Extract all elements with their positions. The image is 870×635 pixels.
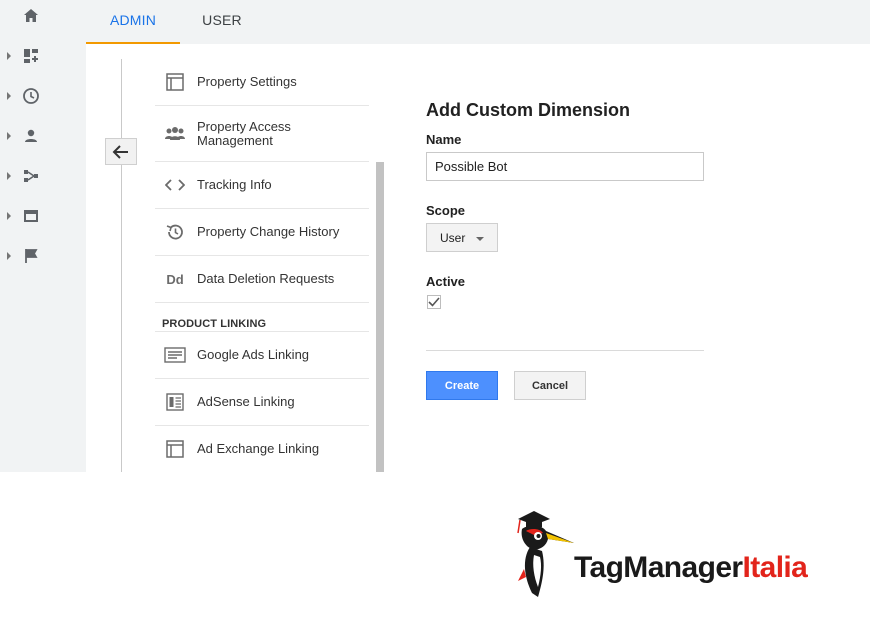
caret-right-icon bbox=[7, 212, 11, 220]
caret-right-icon bbox=[7, 92, 11, 100]
tab-admin[interactable]: ADMIN bbox=[86, 0, 180, 44]
menu-item-google-ads-linking[interactable]: Google Ads Linking bbox=[155, 331, 369, 379]
page-title: Add Custom Dimension bbox=[426, 100, 631, 120]
rail-acquisition[interactable] bbox=[0, 156, 86, 196]
name-label: Name bbox=[426, 132, 462, 147]
create-button[interactable]: Create bbox=[426, 371, 498, 400]
cancel-button[interactable]: Cancel bbox=[514, 371, 586, 400]
caret-right-icon bbox=[7, 252, 11, 260]
woodpecker-logo-icon bbox=[517, 511, 574, 597]
left-nav-rail bbox=[0, 0, 86, 472]
form-divider bbox=[426, 350, 704, 351]
customization-icon bbox=[24, 49, 38, 63]
rail-customization[interactable] bbox=[0, 36, 86, 76]
history-icon bbox=[164, 221, 186, 243]
back-button[interactable] bbox=[105, 138, 137, 165]
arrow-left-icon bbox=[112, 144, 128, 159]
dd-icon: Dd bbox=[166, 271, 184, 287]
column-divider bbox=[121, 59, 122, 472]
section-heading-product-linking: PRODUCT LINKING bbox=[162, 318, 267, 330]
menu-item-label: AdSense Linking bbox=[197, 394, 295, 409]
tab-user[interactable]: USER bbox=[180, 0, 264, 44]
acquisition-icon bbox=[24, 170, 38, 182]
rail-behavior[interactable] bbox=[0, 196, 86, 236]
home-icon bbox=[24, 9, 38, 22]
rail-realtime[interactable] bbox=[0, 76, 86, 116]
caret-right-icon bbox=[7, 132, 11, 140]
rail-home[interactable] bbox=[0, 0, 86, 36]
caret-right-icon bbox=[7, 52, 11, 60]
menu-item-label: Tracking Info bbox=[197, 177, 272, 192]
audience-person-icon bbox=[25, 129, 37, 142]
menu-item-label: Property Settings bbox=[197, 74, 297, 89]
menu-item-tracking-info[interactable]: Tracking Info bbox=[155, 162, 369, 209]
menu-item-label: Google Ads Linking bbox=[197, 347, 310, 362]
menu-item-adsense-linking[interactable]: AdSense Linking bbox=[155, 379, 369, 426]
name-field[interactable] bbox=[426, 152, 704, 181]
caret-right-icon bbox=[7, 172, 11, 180]
menu-item-label: Property Access Management bbox=[197, 118, 291, 148]
active-checkbox[interactable] bbox=[427, 295, 441, 309]
dropdown-arrow-icon bbox=[476, 237, 484, 241]
logo-text-dark: TagManager bbox=[574, 551, 743, 584]
top-tab-bar: ADMIN USER bbox=[86, 0, 870, 44]
logo-wordmark: TagManagerItalia bbox=[574, 550, 808, 586]
checkmark-icon bbox=[428, 297, 440, 307]
conversions-flag-icon bbox=[25, 249, 38, 263]
code-icon bbox=[164, 174, 186, 196]
scope-selected-value: User bbox=[440, 230, 466, 245]
behavior-icon bbox=[24, 210, 38, 222]
active-label: Active bbox=[426, 274, 466, 289]
menu-item-property-change-history[interactable]: Property Change History bbox=[155, 209, 369, 256]
scope-label: Scope bbox=[426, 203, 466, 218]
menu-item-property-access-management[interactable]: Property Access Management bbox=[155, 106, 369, 162]
menu-item-label: Data Deletion Requests bbox=[197, 271, 335, 286]
adexchange-icon bbox=[164, 438, 186, 460]
scope-select[interactable]: User bbox=[426, 223, 498, 252]
menu-item-data-deletion-requests[interactable]: Dd Data Deletion Requests bbox=[155, 256, 369, 303]
adsense-icon bbox=[164, 391, 186, 413]
menu-scrollbar[interactable] bbox=[376, 162, 384, 472]
menu-item-label: Ad Exchange Linking bbox=[197, 441, 320, 456]
rail-conversions[interactable] bbox=[0, 236, 86, 276]
ads-icon bbox=[164, 344, 186, 366]
rail-audience[interactable] bbox=[0, 116, 86, 156]
menu-item-property-settings[interactable]: Property Settings bbox=[155, 59, 369, 106]
menu-item-label: Property Change History bbox=[197, 224, 340, 239]
logo-text-red: Italia bbox=[742, 551, 808, 584]
menu-item-ad-exchange-linking[interactable]: Ad Exchange Linking bbox=[155, 426, 369, 472]
people-icon bbox=[164, 123, 186, 145]
realtime-clock-icon bbox=[23, 88, 39, 104]
property-settings-icon bbox=[164, 71, 186, 93]
